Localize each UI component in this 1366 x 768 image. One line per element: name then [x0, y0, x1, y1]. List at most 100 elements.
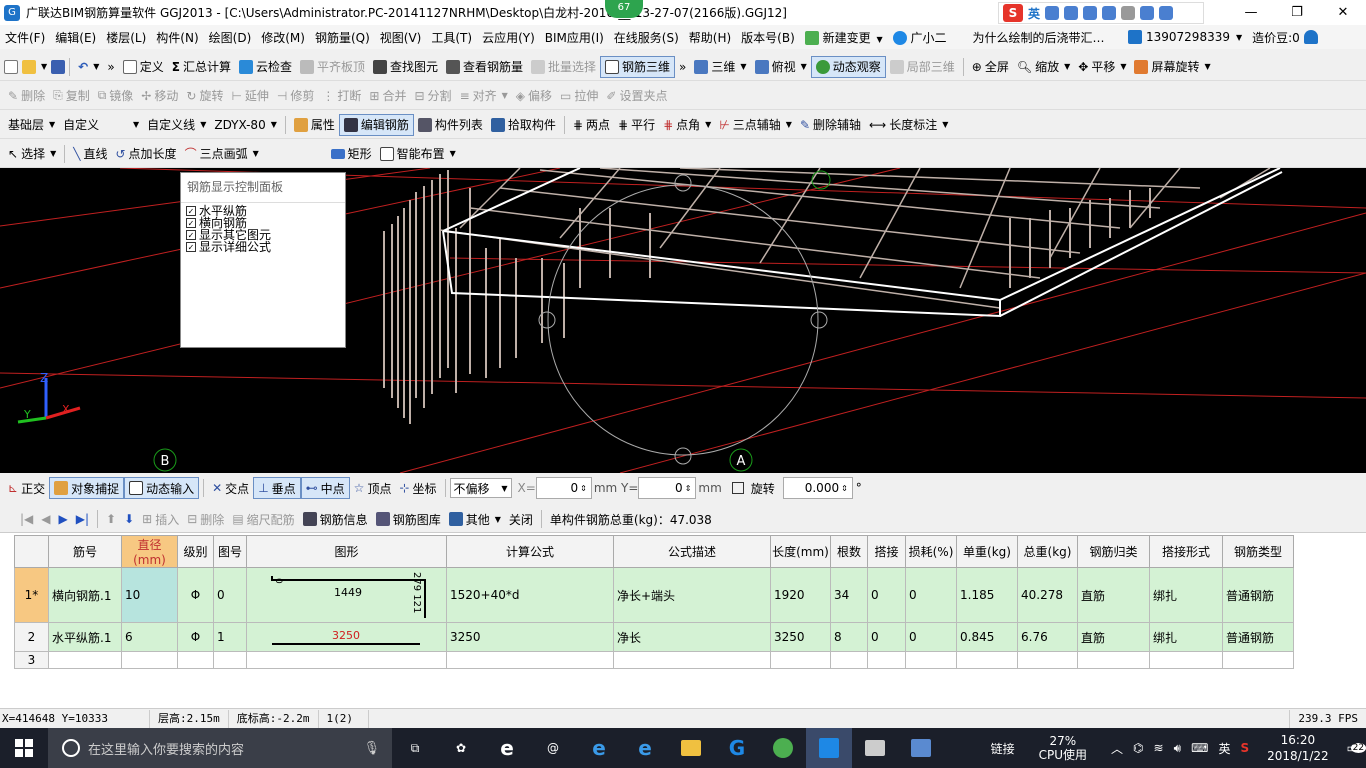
col-grade[interactable]: 级别	[177, 535, 214, 568]
intersection-snap[interactable]: ✕ 交点	[208, 477, 253, 499]
cell-empty[interactable]	[770, 651, 831, 669]
cell-empty[interactable]	[1077, 651, 1150, 669]
cell-figure-no[interactable]: 0	[213, 567, 247, 623]
delete-row-button[interactable]: ⊟ 删除	[183, 508, 228, 530]
checkbox-checked-icon[interactable]: ✓	[186, 206, 196, 216]
minimize-button[interactable]: —	[1228, 0, 1274, 25]
close-table-button[interactable]: 关闭	[505, 508, 537, 530]
two-point-button[interactable]: ⋕ 两点	[569, 114, 614, 136]
dynamic-input-button[interactable]: 动态输入	[124, 477, 200, 499]
table-row[interactable]: 3	[14, 651, 1294, 669]
cell-shape[interactable]: 3250	[246, 622, 447, 652]
menu-bim[interactable]: BIM应用(I)	[540, 29, 609, 46]
cell-grade[interactable]: Φ	[177, 567, 214, 623]
cell-category[interactable]: 直筋	[1077, 567, 1150, 623]
cell-formula[interactable]: 1520+40*d	[446, 567, 614, 623]
move-up-button[interactable]: ⬆	[102, 508, 120, 530]
col-lap-type[interactable]: 搭接形式	[1149, 535, 1223, 568]
summary-calc-button[interactable]: Σ 汇总计算	[168, 56, 235, 78]
overflow-chevron-2[interactable]: »	[675, 56, 690, 78]
menu-floor[interactable]: 楼层(L)	[101, 29, 151, 46]
col-formula[interactable]: 计算公式	[446, 535, 614, 568]
col-figure-no[interactable]: 图号	[213, 535, 247, 568]
custom-select[interactable]: 自定义 ▼	[59, 114, 143, 136]
cell-empty[interactable]	[956, 651, 1018, 669]
x-coordinate-input[interactable]: 0 ⇕	[535, 477, 592, 499]
local-3d-button[interactable]: 局部三维	[886, 56, 959, 78]
cell-empty[interactable]	[177, 651, 214, 669]
table-row[interactable]: 1* 横向钢筋.1 10 Φ 0 0 1449 279 121 1520+40*…	[14, 567, 1294, 623]
cpu-usage[interactable]: 27% CPU使用	[1039, 734, 1087, 762]
col-diameter[interactable]: 直径(mm)	[121, 535, 178, 568]
ime-toolbar[interactable]: S 英	[998, 2, 1204, 24]
cell-lap-type[interactable]: 绑扎	[1149, 622, 1223, 652]
show-hidden-icons[interactable]: ︿	[1111, 740, 1123, 757]
find-element-button[interactable]: 查找图元	[369, 56, 442, 78]
close-button[interactable]: ✕	[1320, 0, 1366, 25]
col-lap[interactable]: 搭接	[867, 535, 906, 568]
pick-component-button[interactable]: 拾取构件	[487, 114, 560, 136]
dynamic-observe-button[interactable]: 动态观察	[810, 55, 886, 78]
rotate-button[interactable]: ↻ 旋转	[182, 85, 227, 107]
component-list-button[interactable]: 构件列表	[414, 114, 487, 136]
extend-button[interactable]: ⊢ 延伸	[227, 85, 272, 107]
fullscreen-button[interactable]: ⊕ 全屏	[968, 56, 1013, 78]
cloud-check-button[interactable]: 云检查	[235, 56, 296, 78]
cell-empty[interactable]	[1017, 651, 1078, 669]
wifi-icon[interactable]: ≋	[1154, 741, 1164, 755]
menu-new-change[interactable]: 新建变更 ▼	[800, 29, 888, 46]
action-center-icon[interactable]: ▭22	[1347, 741, 1366, 755]
three-point-arc-button[interactable]: ⌒ 三点画弧 ▼	[181, 143, 327, 165]
checkbox-checked-icon[interactable]: ✓	[186, 242, 196, 252]
rebar-info-button[interactable]: 钢筋信息	[299, 508, 372, 530]
cell-formula-desc[interactable]: 净长	[613, 622, 771, 652]
cell-grade[interactable]: Φ	[177, 622, 214, 652]
emoji-icon[interactable]	[1064, 6, 1079, 20]
insert-row-button[interactable]: ⊞ 插入	[138, 508, 183, 530]
glodon-g-icon[interactable]: G	[714, 728, 760, 768]
cell-empty[interactable]	[121, 651, 178, 669]
overflow-chevron[interactable]: »	[103, 56, 118, 78]
mirror-button[interactable]: ⧉ 镜像	[94, 85, 138, 107]
menu-online[interactable]: 在线服务(S)	[609, 29, 684, 46]
define-button[interactable]: 定义	[119, 56, 168, 78]
sogou-logo-icon[interactable]: S	[1003, 4, 1023, 22]
align-button[interactable]: ≡ 对齐 ▼	[456, 85, 512, 107]
rotate-angle-input[interactable]: 0.000 ⇕	[782, 477, 853, 499]
prev-record-button[interactable]: ◀	[37, 508, 54, 530]
object-snap-button[interactable]: 对象捕捉	[49, 477, 125, 499]
menu-rebar-qty[interactable]: 钢筋量(Q)	[310, 29, 375, 46]
ie-blue-icon[interactable]: e	[622, 728, 668, 768]
col-category[interactable]: 钢筋归类	[1077, 535, 1150, 568]
keyboard-icon[interactable]	[1102, 6, 1117, 20]
row-index[interactable]: 1*	[14, 567, 49, 623]
bell-icon[interactable]	[1303, 30, 1318, 44]
start-button[interactable]	[0, 728, 48, 768]
skin-icon[interactable]	[1140, 6, 1155, 20]
cell-bar-no[interactable]: 横向钢筋.1	[48, 567, 122, 623]
cell-count[interactable]: 8	[830, 622, 868, 652]
code-select[interactable]: ZDYX-80 ▼	[210, 114, 281, 136]
menu-view[interactable]: 视图(V)	[375, 29, 427, 46]
cell-lap[interactable]: 0	[867, 622, 906, 652]
tray-ime[interactable]: 英	[1218, 740, 1230, 757]
cell-count[interactable]: 34	[830, 567, 868, 623]
first-record-button[interactable]: |◀	[16, 508, 37, 530]
cell-shape[interactable]: 0 1449 279 121	[246, 567, 447, 623]
menu-draw[interactable]: 绘图(D)	[204, 29, 257, 46]
chart-app-icon[interactable]	[852, 728, 898, 768]
break-button[interactable]: ⋮ 打断	[318, 85, 365, 107]
option-show-formula[interactable]: ✓ 显示详细公式	[181, 241, 345, 253]
undo-button[interactable]: ↶ ▼	[74, 56, 103, 78]
cell-loss[interactable]: 0	[905, 622, 957, 652]
network-icon[interactable]: ⌬	[1133, 741, 1143, 755]
cell-empty[interactable]	[48, 651, 122, 669]
rectangle-button[interactable]: 矩形	[327, 143, 376, 165]
rebar-3d-button[interactable]: 钢筋三维	[600, 55, 676, 78]
col-bar-no[interactable]: 筋号	[48, 535, 122, 568]
col-length[interactable]: 长度(mm)	[770, 535, 831, 568]
price-beans[interactable]: 造价豆:0	[1252, 29, 1300, 46]
pan-button[interactable]: ✥ 平移 ▼	[1074, 56, 1130, 78]
ie-browser-icon[interactable]: e	[484, 728, 530, 768]
move-down-button[interactable]: ⬇	[120, 508, 138, 530]
